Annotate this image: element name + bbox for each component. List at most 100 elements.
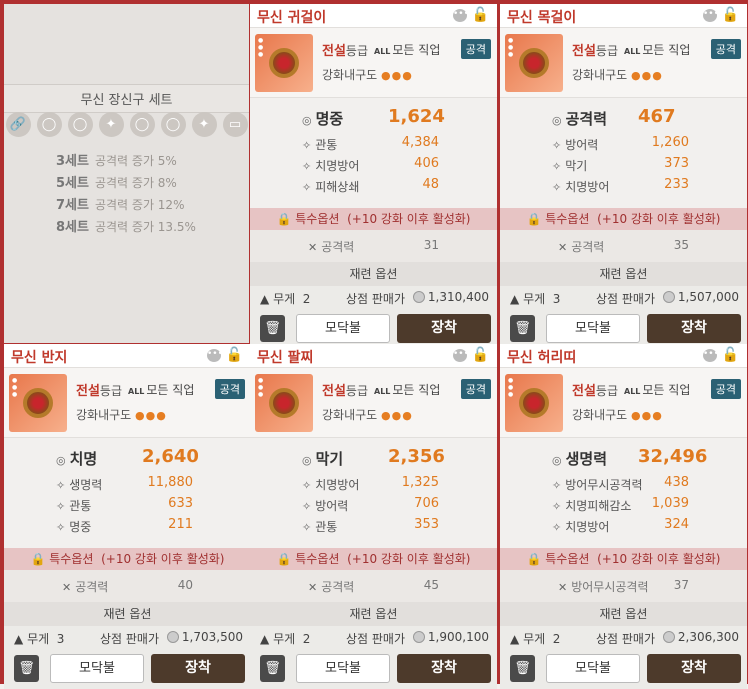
set-desc: 공격력 증가 5% <box>94 154 177 168</box>
sub-stat-value: 706 <box>414 496 439 511</box>
item-summary: ● ● ● 전설등급 ALL 모든 직업 공격 강화내구도 ●●● <box>500 368 747 438</box>
chat-icon[interactable]: ••• <box>453 349 469 362</box>
item-header: 무신 허리띠 ••• 🔓 <box>500 344 747 368</box>
tier-label: 전설등급 <box>322 384 369 399</box>
campfire-button[interactable]: 모닥불 <box>50 654 144 683</box>
option-label: ✕ 공격력 <box>308 240 355 254</box>
sub-stat-value: 633 <box>168 496 193 511</box>
inventory-window: 무신 장신구 세트 🔗 ◯ ◯ ✦ ◯ ◯ ✦ ▭ 3세트 공격력 증가 5% 5… <box>0 0 748 689</box>
reroll-option[interactable]: 재련 옵션 <box>4 602 251 626</box>
item-summary: ● ● ● 전설등급 ALL 모든 직업 공격 강화내구도 ●●● <box>500 28 747 98</box>
campfire-button[interactable]: 모닥불 <box>546 314 640 343</box>
job-label: ALL 모든 직업 <box>374 383 441 397</box>
tier-label: 전설등급 <box>76 384 123 399</box>
stat-icon: ✧ <box>56 521 66 534</box>
set-bonus-row: 7세트 공격력 증가 12% <box>56 194 184 213</box>
item-header: 무신 팔찌 ••• 🔓 <box>250 344 497 368</box>
sell-price: 1,507,000 <box>662 290 739 304</box>
set-slot-icon[interactable]: ◯ <box>129 112 155 137</box>
stat-icon: ◎ <box>302 454 312 467</box>
item-stats: ◎ 명중 1,624 ✧ 관통 4,384 ✧ 치명방어 406 ✧ 피해상쇄 48 <box>250 98 497 208</box>
equip-button[interactable]: 장착 <box>647 314 741 343</box>
stat-icon: ✧ <box>302 479 312 492</box>
equip-button[interactable]: 장착 <box>397 654 491 683</box>
set-slot-icon[interactable]: ✦ <box>191 112 217 137</box>
cross-icon: ✕ <box>308 581 318 594</box>
item-summary: ● ● ● 전설등급 ALL 모든 직업 공격 강화내구도 ●●● <box>250 368 497 438</box>
item-image[interactable]: ● ● ● <box>9 374 67 432</box>
set-slot-icon[interactable]: ◯ <box>67 112 93 137</box>
item-image[interactable]: ● ● ● <box>255 34 313 92</box>
option-label: ✕ 공격력 <box>62 580 109 594</box>
weight: ▲ 무게 2 <box>260 632 311 646</box>
reroll-option[interactable]: 재련 옵션 <box>250 262 497 286</box>
item-image[interactable]: ● ● ● <box>255 374 313 432</box>
job-label: ALL 모든 직업 <box>374 43 441 57</box>
set-slot-icon[interactable]: ◯ <box>160 112 186 137</box>
set-slot-icon[interactable]: 🔗 <box>5 112 31 137</box>
stat-icon: ✧ <box>552 479 562 492</box>
reroll-option[interactable]: 재련 옵션 <box>500 262 747 286</box>
item-header: 무신 귀걸이 ••• 🔓 <box>250 4 497 28</box>
type-badge: 공격 <box>214 379 245 399</box>
set-slot-icon[interactable]: ◯ <box>36 112 62 137</box>
equip-button[interactable]: 장착 <box>397 314 491 343</box>
campfire-button[interactable]: 모닥불 <box>296 314 390 343</box>
main-stat-value: 1,624 <box>388 106 445 127</box>
item-header: 무신 반지 ••• 🔓 <box>4 344 251 368</box>
item-name: 무신 반지 <box>11 350 68 366</box>
weight-icon: ▲ <box>260 632 270 646</box>
item-stats: ◎ 치명 2,640 ✧ 생명력 11,880 ✧ 관통 633 ✧ 명중 211 <box>4 438 251 548</box>
unlock-icon[interactable]: 🔓 <box>226 347 243 363</box>
stat-icon: ◎ <box>552 114 562 127</box>
set-count: 3세트 <box>56 154 89 169</box>
unlock-icon[interactable]: 🔓 <box>722 347 739 363</box>
reroll-option[interactable]: 재련 옵션 <box>250 602 497 626</box>
special-option-row: ✕ 공격력 35 <box>500 230 747 262</box>
set-desc: 공격력 증가 8% <box>94 176 177 190</box>
equip-button[interactable]: 장착 <box>151 654 245 683</box>
stat-icon: ✧ <box>56 500 66 513</box>
chat-icon[interactable]: ••• <box>703 9 719 22</box>
unlock-icon[interactable]: 🔓 <box>472 7 489 23</box>
item-name: 무신 귀걸이 <box>257 10 327 26</box>
special-option-row: ✕ 공격력 40 <box>4 570 251 602</box>
chat-icon[interactable]: ••• <box>703 349 719 362</box>
set-slot-icon[interactable]: ▭ <box>222 112 248 137</box>
chat-icon[interactable]: ••• <box>453 9 469 22</box>
chat-icon[interactable]: ••• <box>207 349 223 362</box>
campfire-button[interactable]: 모닥불 <box>296 654 390 683</box>
price-row: ▲ 무게 2 상점 판매가 1,900,100 <box>250 626 497 650</box>
trash-icon[interactable]: 🗑 <box>510 655 535 682</box>
stat-icon: ◎ <box>552 454 562 467</box>
trash-icon[interactable]: 🗑 <box>260 315 285 342</box>
sub-stat-value: 1,325 <box>401 475 439 490</box>
item-image[interactable]: ● ● ● <box>505 374 563 432</box>
durability: 강화내구도 ●●● <box>76 408 167 422</box>
set-slot-icon[interactable]: ✦ <box>98 112 124 137</box>
trash-icon[interactable]: 🗑 <box>14 655 39 682</box>
price-row: ▲ 무게 3 상점 판매가 1,703,500 <box>4 626 251 650</box>
stat-icon: ✧ <box>302 160 312 173</box>
campfire-button[interactable]: 모닥불 <box>546 654 640 683</box>
sub-stat-value: 324 <box>664 517 689 532</box>
unlock-icon[interactable]: 🔓 <box>722 7 739 23</box>
trash-icon[interactable]: 🗑 <box>260 655 285 682</box>
stat-icon: ✧ <box>552 521 562 534</box>
equip-button[interactable]: 장착 <box>647 654 741 683</box>
item-image[interactable]: ● ● ● <box>505 34 563 92</box>
weight: ▲ 무게 2 <box>260 292 311 306</box>
trash-icon[interactable]: 🗑 <box>510 315 535 342</box>
item-name: 무신 허리띠 <box>507 350 577 366</box>
reroll-option[interactable]: 재련 옵션 <box>500 602 747 626</box>
action-bar: 🗑 모닥불 장착 <box>250 650 497 689</box>
unlock-icon[interactable]: 🔓 <box>472 347 489 363</box>
stat-icon: ◎ <box>56 454 66 467</box>
stat-icon: ✧ <box>552 160 562 173</box>
weight-icon: ▲ <box>510 632 520 646</box>
main-stat-label: ◎ 명중 <box>302 110 344 128</box>
special-option-row: ✕ 방어무시공격력 37 <box>500 570 747 602</box>
tier-label: 전설등급 <box>322 44 369 59</box>
type-badge: 공격 <box>710 39 741 59</box>
sub-stat-value: 353 <box>414 517 439 532</box>
